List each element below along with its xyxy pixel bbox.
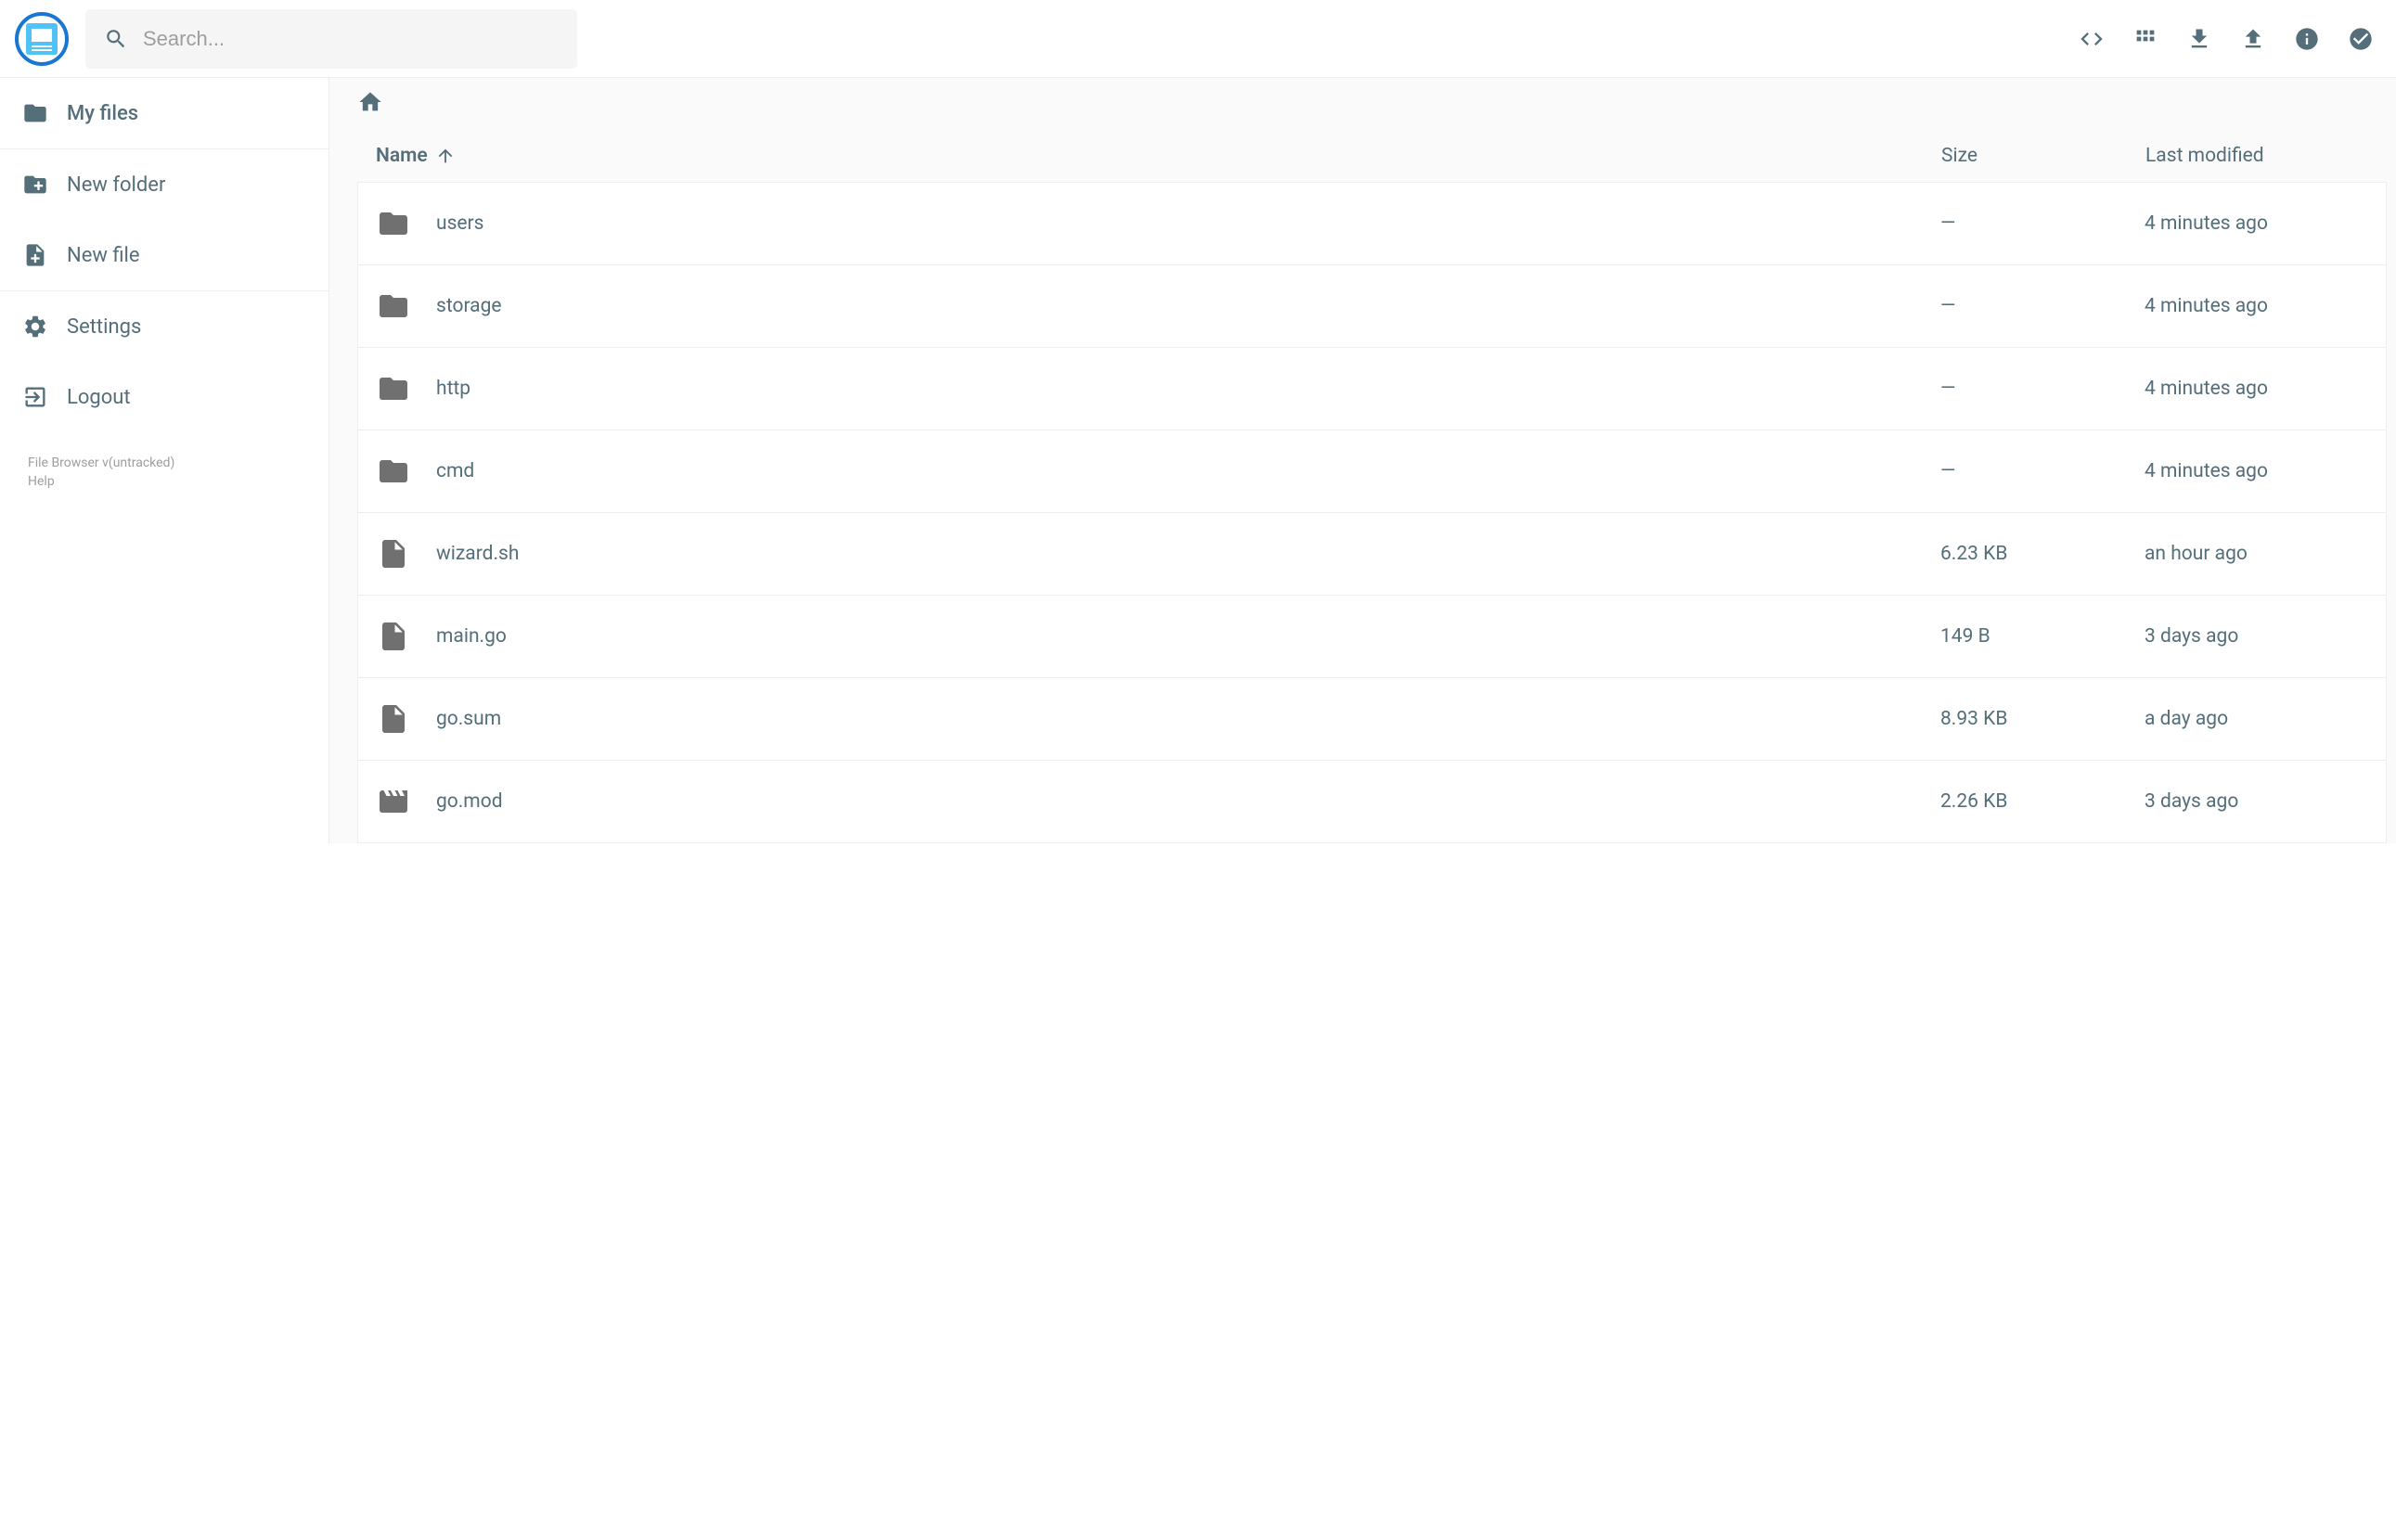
- search-icon: [104, 27, 128, 51]
- grid-icon: [2132, 26, 2158, 52]
- file-row[interactable]: cmd —4 minutes ago: [358, 430, 2386, 513]
- file-size: 6.23 KB: [1940, 543, 2145, 565]
- breadcrumb: [357, 85, 2387, 130]
- file-size: —: [1940, 295, 2145, 317]
- header: [0, 0, 2396, 78]
- home-icon: [357, 89, 383, 115]
- file-modified: an hour ago: [2145, 543, 2367, 565]
- file-row[interactable]: main.go 149 B3 days ago: [358, 596, 2386, 678]
- code-icon: [2079, 26, 2105, 52]
- shell-button[interactable]: [2079, 26, 2105, 52]
- column-size-label: Size: [1941, 145, 1977, 167]
- logout-icon: [22, 384, 48, 410]
- view-grid-button[interactable]: [2132, 26, 2158, 52]
- info-icon: [2294, 26, 2320, 52]
- upload-icon: [2240, 26, 2266, 52]
- file-name: cmd: [436, 460, 474, 482]
- column-header-modified[interactable]: Last modified: [2145, 145, 2368, 167]
- main-content: Name Size Last modified users—4 minutes …: [329, 78, 2396, 843]
- floppy-disk-icon: [26, 23, 58, 55]
- file-modified: 4 minutes ago: [2145, 378, 2367, 400]
- folder-icon: [377, 289, 410, 323]
- column-modified-label: Last modified: [2145, 145, 2264, 167]
- column-header-name[interactable]: Name: [376, 145, 1941, 167]
- upload-button[interactable]: [2240, 26, 2266, 52]
- sidebar-item-label: Settings: [67, 315, 141, 339]
- sidebar-item-label: My files: [67, 102, 138, 125]
- download-icon: [2186, 26, 2212, 52]
- file-name: main.go: [436, 625, 507, 648]
- sidebar-item-new-file[interactable]: New file: [0, 220, 328, 290]
- file-list: users—4 minutes agostorage—4 minutes ago…: [357, 182, 2387, 843]
- file-name: wizard.sh: [436, 543, 519, 565]
- file-size: —: [1940, 212, 2145, 235]
- file-row[interactable]: go.mod 2.26 KB3 days ago: [358, 761, 2386, 843]
- select-button[interactable]: [2348, 26, 2374, 52]
- file-name: go.mod: [436, 790, 503, 813]
- column-header-size[interactable]: Size: [1941, 145, 2145, 167]
- file-size: —: [1940, 378, 2145, 400]
- file-size: —: [1940, 460, 2145, 482]
- arrow-up-icon: [435, 146, 456, 166]
- folder-icon: [377, 372, 410, 405]
- file-row[interactable]: go.sum 8.93 KBa day ago: [358, 678, 2386, 761]
- file-size: 2.26 KB: [1940, 790, 2145, 813]
- file-modified: 3 days ago: [2145, 625, 2367, 648]
- file-row[interactable]: wizard.sh 6.23 KBan hour ago: [358, 513, 2386, 596]
- sidebar-footer: File Browser v(untracked) Help: [0, 432, 328, 513]
- folder-icon: [377, 455, 410, 488]
- create-file-icon: [22, 242, 48, 268]
- header-actions: [2079, 26, 2381, 52]
- file-icon: [377, 537, 410, 571]
- help-link[interactable]: Help: [28, 473, 301, 492]
- breadcrumb-home[interactable]: [357, 98, 383, 121]
- file-row[interactable]: storage —4 minutes ago: [358, 265, 2386, 348]
- file-modified: 3 days ago: [2145, 790, 2367, 813]
- folder-icon: [22, 100, 48, 126]
- sidebar-item-new-folder[interactable]: New folder: [0, 149, 328, 220]
- file-icon: [377, 620, 410, 653]
- file-modified: 4 minutes ago: [2145, 460, 2367, 482]
- check-circle-icon: [2348, 26, 2374, 52]
- file-name: go.sum: [436, 708, 501, 730]
- app-logo[interactable]: [15, 12, 69, 66]
- settings-icon: [22, 314, 48, 340]
- search-box[interactable]: [85, 9, 577, 69]
- file-row[interactable]: http —4 minutes ago: [358, 348, 2386, 430]
- file-name: users: [436, 212, 484, 235]
- sidebar-item-logout[interactable]: Logout: [0, 362, 328, 432]
- sidebar-item-settings[interactable]: Settings: [0, 291, 328, 362]
- folder-icon: [377, 207, 410, 240]
- movie-icon: [377, 785, 410, 818]
- file-row[interactable]: users —4 minutes ago: [358, 183, 2386, 265]
- search-input[interactable]: [143, 27, 559, 51]
- file-modified: a day ago: [2145, 708, 2367, 730]
- sidebar-item-label: Logout: [67, 386, 131, 409]
- info-button[interactable]: [2294, 26, 2320, 52]
- version-link[interactable]: File Browser v(untracked): [28, 455, 301, 473]
- file-modified: 4 minutes ago: [2145, 295, 2367, 317]
- file-size: 149 B: [1940, 625, 2145, 648]
- sidebar-item-label: New file: [67, 244, 140, 267]
- file-icon: [377, 702, 410, 736]
- list-header: Name Size Last modified: [357, 130, 2387, 182]
- file-modified: 4 minutes ago: [2145, 212, 2367, 235]
- download-button[interactable]: [2186, 26, 2212, 52]
- file-name: http: [436, 378, 470, 400]
- sidebar-item-label: New folder: [67, 173, 165, 197]
- file-name: storage: [436, 295, 502, 317]
- create-folder-icon: [22, 172, 48, 198]
- sidebar-item-my-files[interactable]: My files: [0, 78, 328, 148]
- column-name-label: Name: [376, 145, 428, 167]
- file-size: 8.93 KB: [1940, 708, 2145, 730]
- sidebar: My files New folder New file Settings Lo…: [0, 78, 329, 843]
